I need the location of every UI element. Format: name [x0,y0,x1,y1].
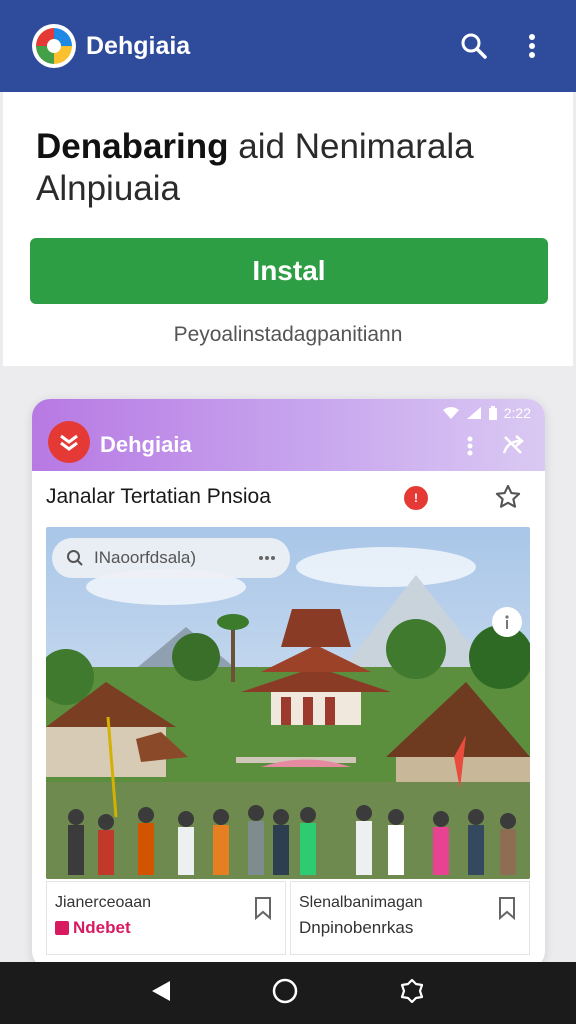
nav-recents-icon[interactable] [398,977,426,1010]
article-title: Janalar Tertatian Pnsioa [46,485,271,508]
signal-icon [466,407,481,419]
search-placeholder: INaoorfdsala) [94,548,197,567]
info-icon[interactable] [492,607,522,637]
bookmark-icon[interactable] [253,896,273,925]
battery-icon [488,405,497,420]
headline-bold: Denabaring [36,127,229,166]
nav-back-icon[interactable] [150,979,172,1008]
search-icon [67,550,83,566]
more-vert-icon[interactable] [510,24,554,68]
preview-header: 2:22 Dehgiaia [32,399,545,471]
bookmark-icon[interactable] [497,896,517,925]
install-button[interactable]: Instal [30,238,548,304]
related-tile[interactable]: Jianerceoaan Ndebet [46,881,286,955]
tile-source-label: Ndebet [73,918,131,937]
app-logo [32,24,76,68]
related-tile[interactable]: Slenalbanimagan Dnpinobenrkas [290,881,530,955]
status-bar: 2:22 [442,405,531,421]
more-vert-icon[interactable] [465,434,475,461]
tile-title: Jianerceoaan [55,894,152,911]
status-time: 2:22 [503,405,531,421]
tile-subtitle: Dnpinobenrkas [299,918,414,937]
preview-app-logo [48,421,90,463]
more-horiz-icon[interactable] [258,555,276,561]
share-icon[interactable] [500,433,526,462]
app-title: Dehgiaia [86,31,191,60]
app-bar: Dehgiaia [0,0,576,92]
preview-app-title: Dehgiaia [100,432,192,457]
tile-title: Slenalbanimagan [299,894,423,911]
search-icon[interactable] [452,24,496,68]
photo-search-bar[interactable]: INaoorfdsala) [52,538,290,578]
install-subnote: Peyoalinstadagpanitiann [173,323,403,346]
article-photo [46,527,530,879]
nav-home-icon[interactable] [271,977,299,1010]
notification-badge[interactable]: ! [404,486,428,510]
wifi-icon [442,407,459,419]
tile-source: Ndebet [55,918,131,938]
tag-icon [55,921,69,935]
app-preview: 2:22 Dehgiaia Janalar Tertatian Pnsioa ! [32,399,545,969]
star-outline-icon[interactable] [494,483,522,516]
system-nav-bar [0,962,576,1024]
page-headline: Denabaring aid Nenimarala Alnpiuaia [36,126,536,210]
